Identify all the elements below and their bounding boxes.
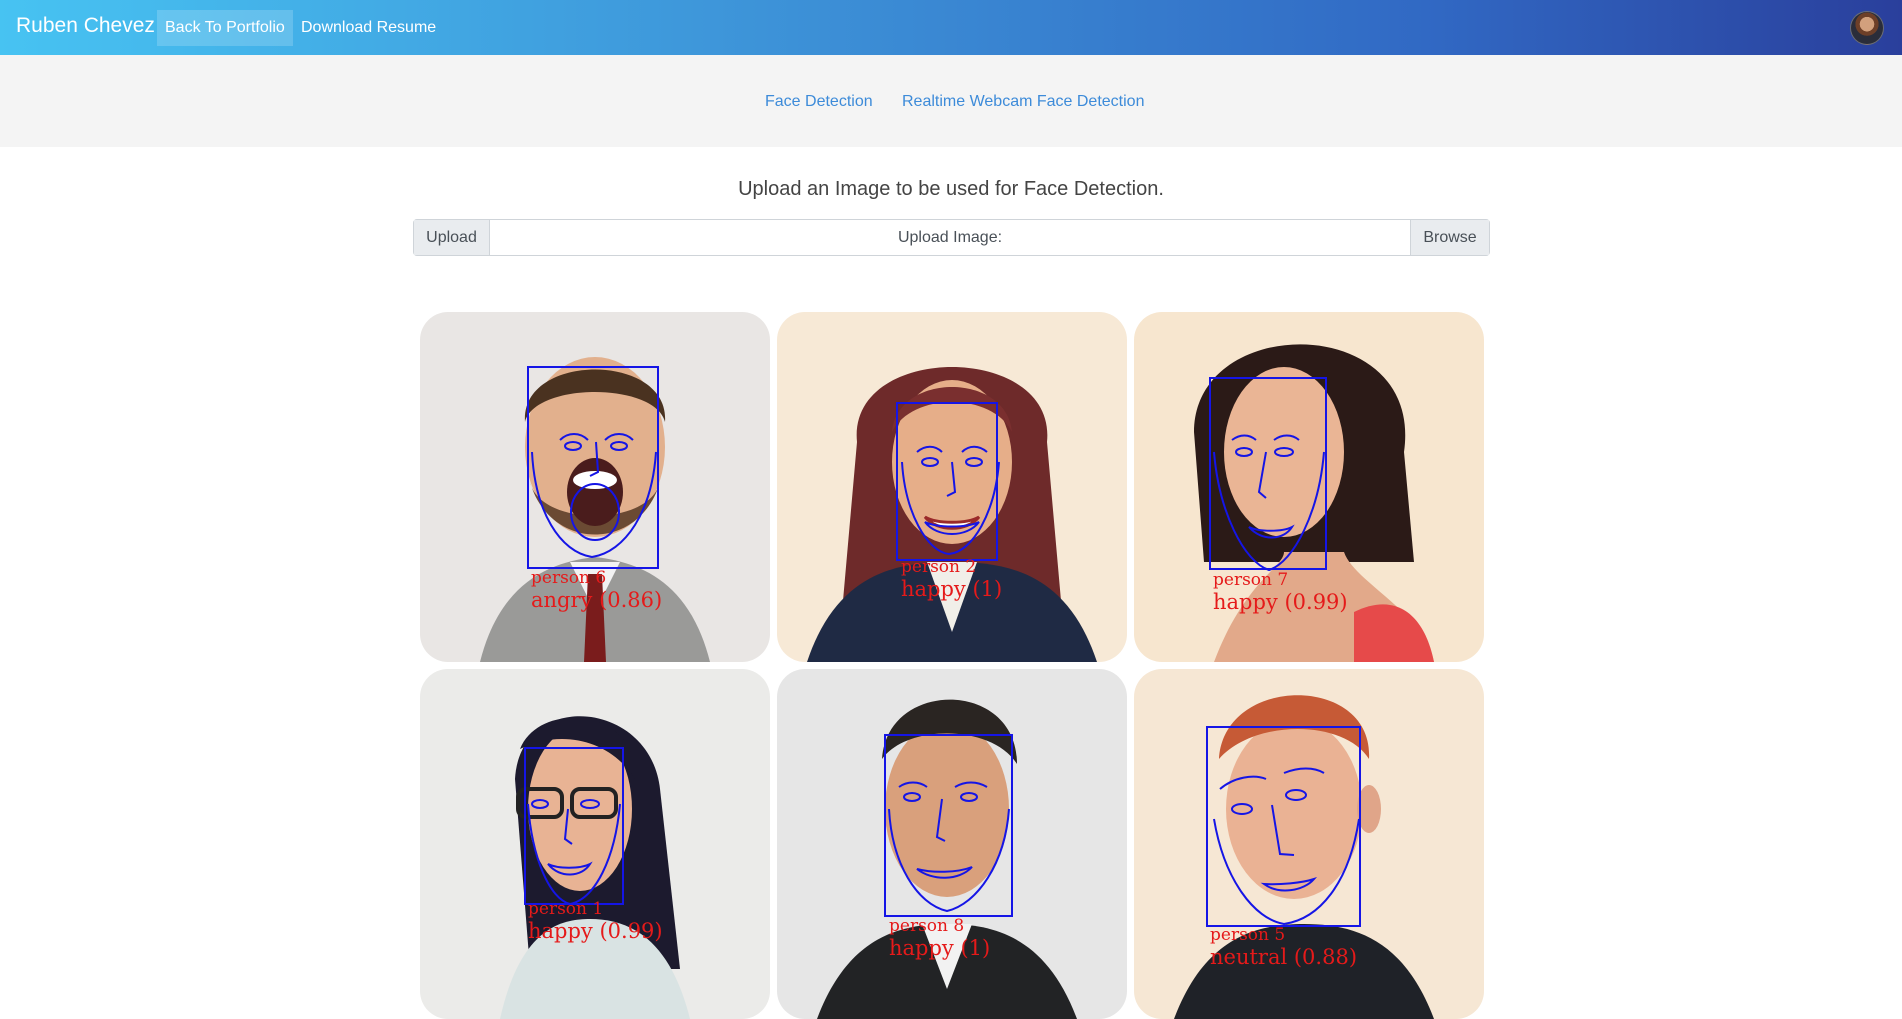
- person-id: person 8: [889, 916, 965, 936]
- result-image-3: person 7 happy (0.99): [1134, 312, 1484, 662]
- person-id: person 6: [531, 568, 607, 588]
- person-id: person 5: [1210, 925, 1286, 945]
- upload-image-field[interactable]: Upload Image:: [490, 220, 1410, 255]
- person-id: person 1: [528, 899, 604, 919]
- detection-label: person 6 angry (0.86): [531, 568, 662, 612]
- person-id: person 7: [1213, 570, 1289, 590]
- emotion-score: angry (0.86): [531, 588, 663, 612]
- emotion-score: neutral (0.88): [1210, 945, 1358, 969]
- emotion-score: happy (0.99): [528, 919, 663, 943]
- emotion-score: happy (1): [889, 936, 991, 960]
- sub-navigation: Face Detection Realtime Webcam Face Dete…: [0, 55, 1902, 147]
- result-image-2: person 2 happy (1): [777, 312, 1127, 662]
- download-resume-link[interactable]: Download Resume: [293, 10, 444, 46]
- tab-realtime-webcam-face-detection[interactable]: Realtime Webcam Face Detection: [902, 93, 1144, 111]
- detection-label: person 8 happy (1): [889, 916, 990, 960]
- detection-label: person 2 happy (1): [901, 557, 1002, 601]
- back-to-portfolio-link[interactable]: Back To Portfolio: [157, 10, 293, 46]
- person-id: person 2: [901, 557, 977, 577]
- emotion-score: happy (0.99): [1213, 590, 1348, 614]
- tab-face-detection[interactable]: Face Detection: [765, 93, 873, 111]
- page-heading: Upload an Image to be used for Face Dete…: [738, 178, 1164, 200]
- user-avatar[interactable]: [1850, 11, 1884, 45]
- detection-label: person 1 happy (0.99): [528, 899, 663, 943]
- brand-name[interactable]: Ruben Chevez: [16, 14, 155, 38]
- emotion-score: happy (1): [901, 577, 1003, 601]
- result-image-1: person 6 angry (0.86): [420, 312, 770, 662]
- browse-button[interactable]: Browse: [1410, 220, 1489, 255]
- top-navbar: Ruben Chevez Back To Portfolio Download …: [0, 0, 1902, 55]
- face-landmarks: [901, 445, 1000, 556]
- upload-button[interactable]: Upload: [414, 220, 490, 255]
- detection-label: person 7 happy (0.99): [1213, 570, 1348, 614]
- upload-input-group: Upload Upload Image: Browse: [413, 219, 1490, 256]
- detection-label: person 5 neutral (0.88): [1210, 925, 1357, 969]
